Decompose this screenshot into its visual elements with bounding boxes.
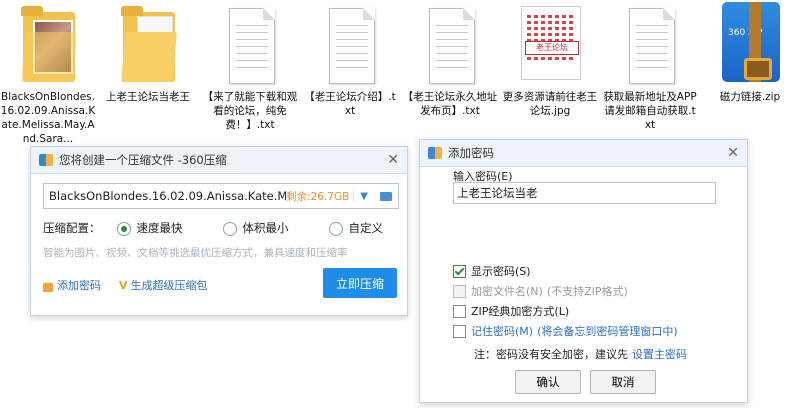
- compress-dialog-title: 您将创建一个压缩文件 -360压缩: [59, 153, 227, 167]
- close-icon[interactable]: ✕: [387, 152, 399, 168]
- desktop-icon-folder[interactable]: 上老王论坛当老王: [100, 2, 196, 104]
- encrypt-names-label: 加密文件名(N): [471, 285, 543, 298]
- password-dialog-title: 添加密码: [448, 146, 494, 160]
- archive-path-input[interactable]: BlacksOnBlondes.16.02.09.Anissa.Kate.Me …: [43, 183, 399, 209]
- show-password-row[interactable]: 显示密码(S): [453, 263, 531, 279]
- compress-dialog: 您将创建一个压缩文件 -360压缩 ✕ BlacksOnBlondes.16.0…: [30, 146, 408, 316]
- desktop-icon-txt-3[interactable]: 【老王论坛永久地址发布页】.txt: [402, 2, 498, 118]
- password-input[interactable]: 上老王论坛当老: [453, 182, 716, 204]
- option-smallest[interactable]: 体积最小: [222, 220, 289, 236]
- close-icon[interactable]: ✕: [727, 145, 739, 161]
- compress-now-button[interactable]: 立即压缩: [323, 268, 397, 298]
- compress-links-row: 添加密码 V 生成超级压缩包: [43, 277, 208, 293]
- password-warning: 注：密码没有安全加密，建议先 设置主密码: [474, 346, 687, 362]
- zip-classic-row[interactable]: ZIP经典加密方式(L): [453, 303, 569, 319]
- app-360-icon: [39, 154, 53, 166]
- browse-folder-icon[interactable]: [380, 191, 392, 201]
- radio-custom[interactable]: [328, 221, 343, 236]
- remember-password-checkbox[interactable]: [453, 324, 466, 338]
- desktop-icon-txt-2[interactable]: 【老王论坛介绍】.txt: [302, 2, 398, 118]
- cancel-button[interactable]: 取消: [590, 370, 656, 394]
- folder-icon: [17, 2, 79, 88]
- compress-hint: 智能为图片、视频、文档等挑选最优压缩方式，兼具速度和压缩率: [43, 247, 348, 259]
- super-package-link[interactable]: 生成超级压缩包: [131, 277, 208, 293]
- desktop-icon-txt-4[interactable]: 获取最新地址及APP请发邮箱自动获取.txt: [602, 2, 698, 132]
- radio-smallest[interactable]: [222, 221, 237, 236]
- archive-path-value[interactable]: BlacksOnBlondes.16.02.09.Anissa.Kate.Me: [44, 189, 286, 203]
- show-password-checkbox[interactable]: [453, 264, 466, 278]
- remember-password-row[interactable]: 记住密码(M) (将会备忘到密码管理窗口中): [453, 323, 678, 339]
- option-fastest[interactable]: 速度最快: [116, 220, 183, 236]
- password-dialog-titlebar: 添加密码 ✕: [420, 140, 747, 167]
- zip-classic-label: ZIP经典加密方式(L): [471, 305, 570, 318]
- desktop-icon-label: 更多资源请前往老王论坛.jpg: [502, 91, 598, 117]
- desktop-icon-label: 上老王论坛当老王: [106, 91, 190, 103]
- desktop-icon-jpg[interactable]: 老王论坛 更多资源请前往老王论坛.jpg: [502, 2, 598, 118]
- add-password-link[interactable]: 添加密码: [57, 277, 101, 293]
- disk-remaining-label: 剩余:26.7GB: [286, 190, 350, 203]
- compress-dialog-titlebar: 您将创建一个压缩文件 -360压缩 ✕: [31, 147, 407, 174]
- text-file-icon: [319, 2, 381, 88]
- desktop-icon-label: 【来了就能下载和观看的论坛，纯免费！】.txt: [202, 91, 298, 131]
- compress-config-row: 压缩配置： 速度最快 体积最小 自定义: [43, 220, 383, 236]
- zip-archive-icon: 360 ZIP: [719, 2, 781, 88]
- ok-button[interactable]: 确认: [515, 370, 581, 394]
- desktop-icon-label: 【老王论坛介绍】.txt: [304, 91, 396, 117]
- desktop-icon-label: BlacksOnBlondes.16.02.09.Anissa.Kate.Mel…: [0, 91, 96, 145]
- desktop-icon-txt-1[interactable]: 【来了就能下载和观看的论坛，纯免费！】.txt: [202, 2, 298, 132]
- desktop-icon-label: 获取最新地址及APP请发邮箱自动获取.txt: [603, 91, 697, 131]
- encrypt-names-checkbox: [453, 284, 466, 298]
- image-file-icon: 老王论坛: [519, 2, 581, 88]
- desktop-icon-label: 磁力链接.zip: [719, 91, 781, 103]
- show-password-label: 显示密码(S): [471, 265, 531, 278]
- password-warning-text: 注：密码没有安全加密，建议先: [474, 348, 628, 361]
- remember-password-label: 记住密码(M): [471, 325, 534, 338]
- text-file-icon: [219, 2, 281, 88]
- set-master-password-link[interactable]: 设置主密码: [632, 346, 687, 362]
- encrypt-names-note: (不支持ZIP格式): [546, 285, 628, 298]
- chevron-down-icon[interactable]: ▼: [353, 190, 374, 202]
- password-dialog: 添加密码 ✕ 输入密码(E) 上老王论坛当老 显示密码(S) 加密文件名(N) …: [419, 139, 748, 403]
- app-360-icon: [428, 147, 442, 159]
- desktop-icon-folder-video[interactable]: BlacksOnBlondes.16.02.09.Anissa.Kate.Mel…: [0, 2, 96, 146]
- zip-classic-checkbox[interactable]: [453, 304, 466, 318]
- desktop-icon-zip[interactable]: 360 ZIP 磁力链接.zip: [702, 2, 798, 104]
- lock-icon: [43, 282, 53, 292]
- desktop-icon-label: 【老王论坛永久地址发布页】.txt: [402, 91, 498, 117]
- text-file-icon: [619, 2, 681, 88]
- folder-icon: [117, 2, 179, 88]
- encrypt-names-row: 加密文件名(N) (不支持ZIP格式): [453, 283, 628, 299]
- option-custom[interactable]: 自定义: [328, 220, 383, 236]
- super-package-icon: V: [119, 278, 128, 292]
- compress-config-label: 压缩配置：: [43, 221, 101, 235]
- radio-fastest[interactable]: [116, 221, 131, 236]
- text-file-icon: [419, 2, 481, 88]
- remember-password-note: (将会备忘到密码管理窗口中): [537, 325, 678, 338]
